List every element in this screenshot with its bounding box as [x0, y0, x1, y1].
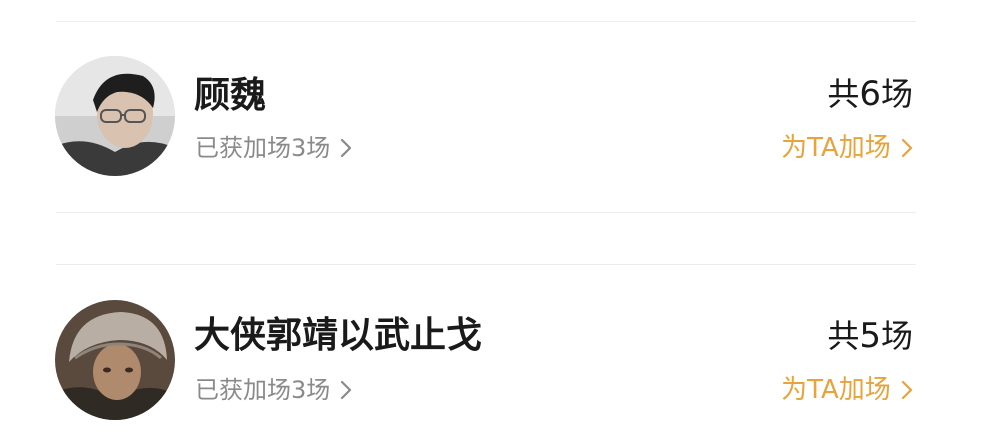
chevron-right-icon [338, 379, 354, 401]
total-suffix: 场 [880, 317, 913, 355]
boost-label: 为TA加场 [781, 375, 891, 405]
obtained-count-label: 已获加场3场 [195, 376, 331, 404]
boost-button[interactable]: 为TA加场 [781, 132, 915, 164]
obtained-count-label: 已获加场3场 [195, 134, 331, 162]
total-count: 共5场 [827, 316, 913, 356]
section-divider [56, 264, 916, 265]
total-number: 6 [859, 74, 881, 114]
obtained-count-link[interactable]: 已获加场3场 [195, 133, 354, 163]
avatar[interactable] [55, 300, 175, 420]
top-divider [56, 21, 916, 22]
boost-button[interactable]: 为TA加场 [781, 374, 915, 406]
total-prefix: 共 [827, 75, 860, 113]
total-count: 共6场 [827, 74, 913, 114]
user-name: 大侠郭靖以武止戈 [194, 315, 483, 356]
person-portrait-icon [55, 56, 175, 176]
user-name: 顾魏 [194, 75, 267, 116]
total-prefix: 共 [827, 317, 860, 355]
list-item: 顾魏 已获加场3场 共6场 为TA加场 [0, 40, 993, 190]
avatar[interactable] [55, 56, 175, 176]
chevron-right-icon [899, 379, 915, 401]
total-number: 5 [859, 316, 881, 356]
total-suffix: 场 [880, 75, 913, 113]
obtained-count-link[interactable]: 已获加场3场 [195, 375, 354, 405]
chevron-right-icon [338, 137, 354, 159]
row-divider [56, 212, 916, 213]
list-item: 大侠郭靖以武止戈 已获加场3场 共5场 为TA加场 [0, 285, 993, 435]
chevron-right-icon [899, 137, 915, 159]
person-fur-hat-portrait-icon [55, 300, 175, 420]
boost-label: 为TA加场 [781, 133, 891, 163]
